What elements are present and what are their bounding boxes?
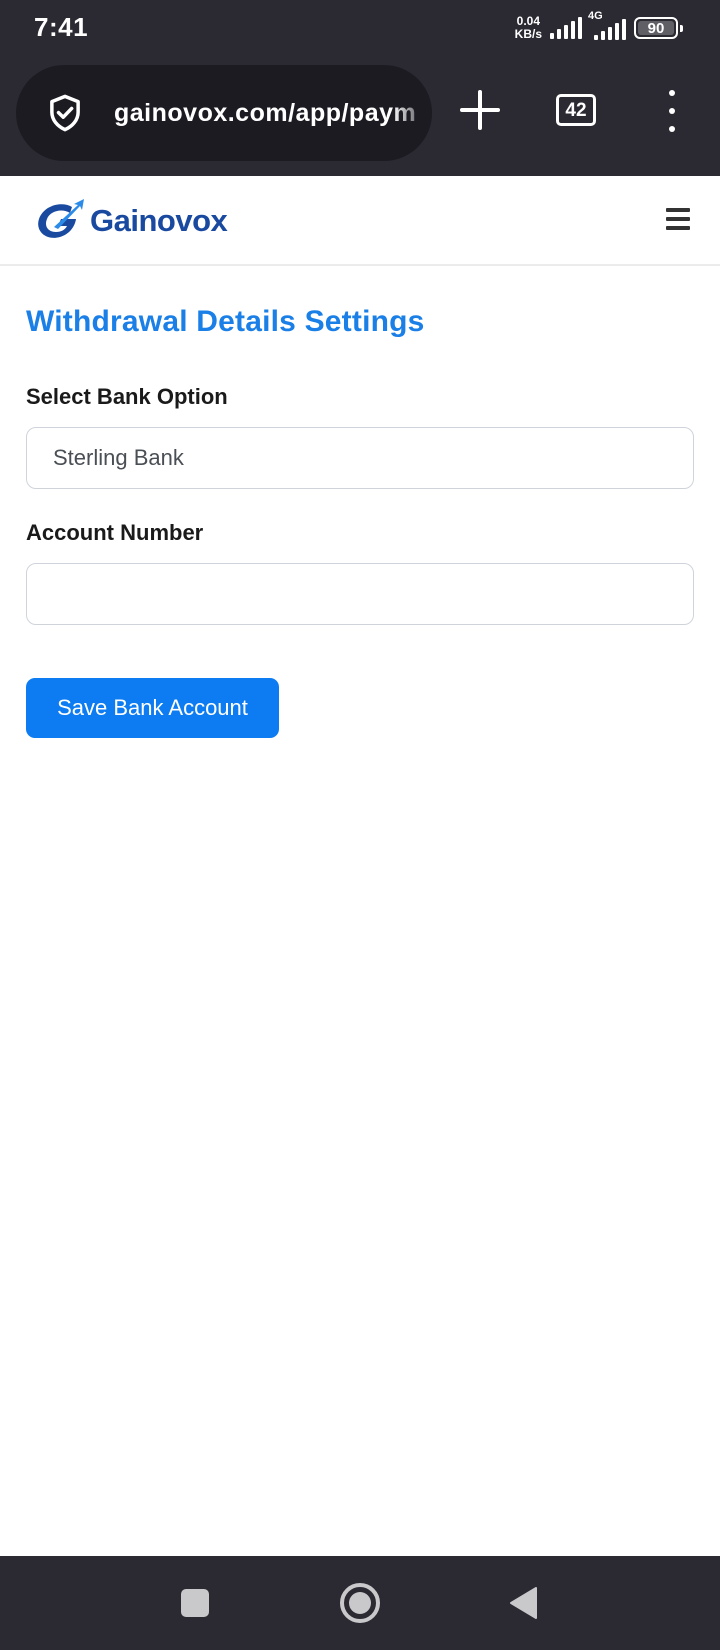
system-nav-bar xyxy=(0,1556,720,1650)
battery-level: 90 xyxy=(647,19,665,37)
url-fade xyxy=(392,65,432,161)
save-bank-account-button[interactable]: Save Bank Account xyxy=(26,678,279,738)
network-speed: 0.04 KB/s xyxy=(515,15,542,41)
account-number-label: Account Number xyxy=(26,520,204,545)
mobile-signal: 4G xyxy=(588,10,626,40)
shield-check-icon[interactable] xyxy=(44,92,86,134)
status-bar: 7:41 0.04 KB/s 4G 90 xyxy=(0,0,720,56)
battery-icon: 90 xyxy=(634,17,683,39)
address-bar[interactable]: gainovox.com/app/paym xyxy=(16,65,432,161)
battery-tip xyxy=(680,25,683,32)
account-number-input[interactable] xyxy=(26,563,694,625)
bank-option-label: Select Bank Option xyxy=(26,384,228,409)
network-speed-unit: KB/s xyxy=(514,27,542,41)
hamburger-menu-icon[interactable] xyxy=(666,208,690,230)
browser-toolbar: gainovox.com/app/paym 42 xyxy=(0,56,720,176)
site-header: Gainovox xyxy=(0,176,720,266)
url-text[interactable]: gainovox.com/app/paym xyxy=(114,65,432,161)
page-title: Withdrawal Details Settings xyxy=(26,305,425,338)
home-icon[interactable] xyxy=(340,1583,380,1623)
bank-select[interactable]: Sterling Bank xyxy=(26,427,694,489)
status-indicators: 0.04 KB/s 4G 90 xyxy=(515,10,683,44)
plus-icon[interactable] xyxy=(456,86,504,134)
tabs-counter[interactable]: 42 xyxy=(556,94,596,126)
recent-apps-icon[interactable] xyxy=(181,1589,209,1617)
more-vert-icon[interactable] xyxy=(660,90,684,132)
brand-logo[interactable]: Gainovox xyxy=(34,196,228,246)
back-icon[interactable] xyxy=(508,1586,538,1620)
brand-name: Gainovox xyxy=(90,203,228,238)
status-time: 7:41 xyxy=(34,12,89,42)
signal-icon xyxy=(550,17,582,39)
logo-mark-icon xyxy=(38,199,84,238)
network-type: 4G xyxy=(588,10,603,22)
